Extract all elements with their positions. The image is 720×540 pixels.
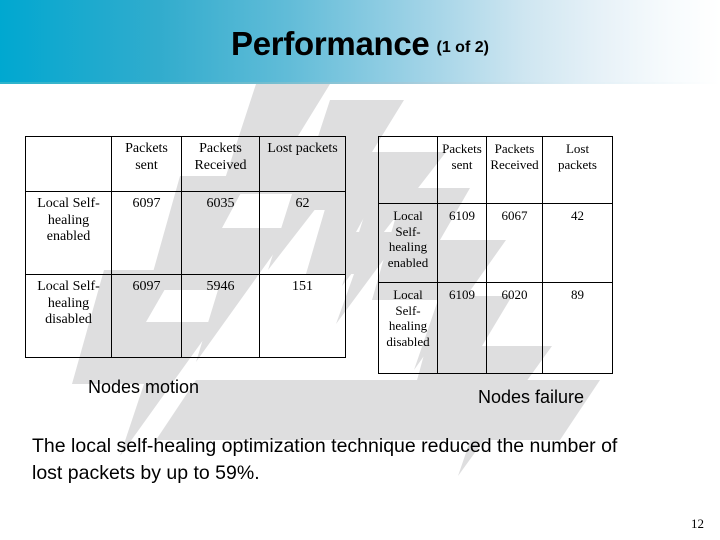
- cell-packets-received: 5946: [181, 274, 260, 358]
- page-number: 12: [691, 516, 704, 531]
- cell-packets-received: 6067: [486, 203, 543, 283]
- row-label-enabled: Local Self-healing enabled: [25, 191, 112, 275]
- cell-packets-sent: 6097: [111, 191, 182, 275]
- table-header-row: Packets sent Packets Received Lost packe…: [378, 136, 613, 204]
- cell-packets-received: 6020: [486, 282, 543, 374]
- header-cell-packets-received: Packets Received: [181, 136, 260, 192]
- cell-lost-packets: 42: [542, 203, 613, 283]
- row-label-enabled: Local Self-healing enabled: [378, 203, 438, 283]
- header-cell-blank: [378, 136, 438, 204]
- cell-lost-packets: 89: [542, 282, 613, 374]
- table-row: Local Self-healing enabled 6097 6035 62: [25, 191, 346, 275]
- header-cell-blank: [25, 136, 112, 192]
- page-title-main: Performance: [231, 25, 430, 62]
- row-label-disabled: Local Self-healing disabled: [25, 274, 112, 358]
- caption-nodes-failure: Nodes failure: [478, 387, 585, 407]
- summary-paragraph: The local self-healing optimization tech…: [32, 435, 618, 484]
- table-nodes-motion: Packets sent Packets Received Lost packe…: [25, 136, 346, 358]
- page-title-subtitle: (1 of 2): [436, 39, 489, 56]
- table-row: Local Self-healing disabled 6097 5946 15…: [25, 274, 346, 358]
- caption-nodes-motion: Nodes motion: [88, 377, 200, 397]
- header-cell-lost-packets: Lost packets: [259, 136, 346, 192]
- table-row: Local Self-healing enabled 6109 6067 42: [378, 203, 613, 283]
- cell-packets-received: 6035: [181, 191, 260, 275]
- header-cell-packets-received: Packets Received: [486, 136, 543, 204]
- table-header-row: Packets sent Packets Received Lost packe…: [25, 136, 346, 192]
- table-row: Local Self-healing disabled 6109 6020 89: [378, 282, 613, 374]
- cell-lost-packets: 151: [259, 274, 346, 358]
- header-cell-packets-sent: Packets sent: [111, 136, 182, 192]
- header-cell-packets-sent: Packets sent: [437, 136, 487, 204]
- header-underline: [0, 82, 720, 84]
- cell-packets-sent: 6109: [437, 203, 487, 283]
- cell-lost-packets: 62: [259, 191, 346, 275]
- page-title: Performance (1 of 2): [0, 25, 720, 63]
- table-nodes-failure: Packets sent Packets Received Lost packe…: [378, 136, 613, 374]
- row-label-disabled: Local Self-healing disabled: [378, 282, 438, 374]
- header-cell-lost-packets: Lost packets: [542, 136, 613, 204]
- slide: Performance (1 of 2) Packets sent Packets…: [0, 0, 720, 540]
- cell-packets-sent: 6097: [111, 274, 182, 358]
- cell-packets-sent: 6109: [437, 282, 487, 374]
